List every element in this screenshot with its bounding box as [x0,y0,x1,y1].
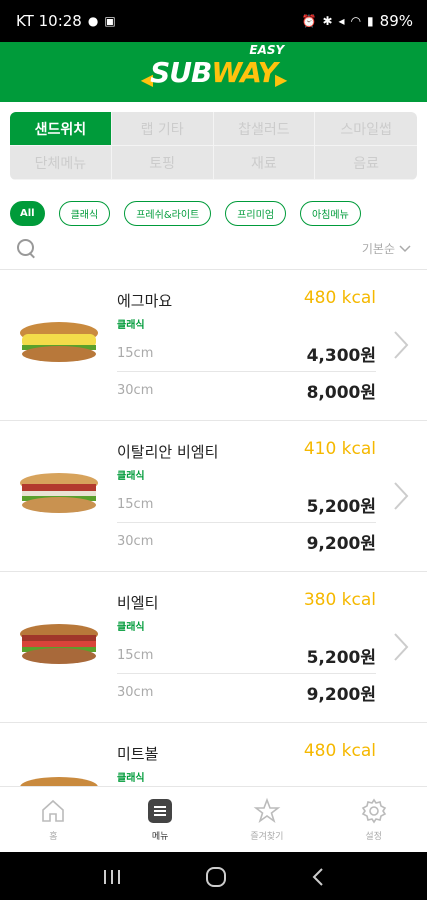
logo-easy: EASY [249,42,285,57]
menu-item[interactable]: 미트볼 클래식 480 kcal [0,723,427,786]
nav-menu[interactable]: 메뉴 [107,787,214,852]
search-sort-row: 기본순 [0,228,427,270]
tab-drinks[interactable]: 음료 [315,146,417,180]
filter-chips: All 클래식 프레쉬&라이트 프리미엄 아침메뉴 [0,200,427,226]
item-name: 에그마요 [117,292,173,310]
home-button-icon[interactable] [205,866,227,888]
tab-smile-sub[interactable]: 스마일썹 [315,112,417,146]
blt-sandwich-image [20,624,98,664]
chip-breakfast[interactable]: 아침메뉴 [300,200,361,226]
tab-sandwich[interactable]: 샌드위치 [10,112,112,146]
price-row-30cm: 30cm 8,000원 [117,372,376,408]
price-row-30cm: 30cm 9,200원 [117,523,376,559]
chip-premium[interactable]: 프리미엄 [225,200,287,226]
sort-label: 기본순 [361,242,395,256]
price-value: 5,200원 [306,497,376,517]
item-category: 클래식 [117,622,145,633]
item-category: 클래식 [117,773,145,784]
size-label: 15cm [117,346,154,361]
price-value: 8,000원 [306,382,376,403]
chip-all[interactable]: All [10,200,45,226]
price-value: 4,300원 [306,346,376,366]
chevron-right-icon[interactable] [393,632,409,662]
mute-icon: ◂ [338,14,345,28]
item-name: 미트볼 [117,745,159,763]
tab-wrap[interactable]: 랩 기타 [111,112,214,146]
nav-menu-label: 메뉴 [151,832,169,842]
logo-arrow-right-icon: ▶ [274,69,287,89]
chevron-right-icon[interactable] [393,330,409,360]
back-icon[interactable] [311,867,325,887]
nav-favorites-label: 즐겨찾기 [250,832,284,842]
message-icon: ● [87,14,99,28]
item-category: 클래식 [117,320,145,331]
nav-home-label: 홈 [49,832,58,842]
size-label: 30cm [117,533,154,549]
system-nav-bar [0,852,427,900]
item-kcal: 480 kcal [303,288,376,308]
menu-icon [148,799,173,823]
chip-fresh-light[interactable]: 프레쉬&라이트 [124,200,212,226]
price-value: 5,200원 [306,648,376,668]
item-name: 이탈리안 비엠티 [117,443,219,461]
bluetooth-icon: ✱ [322,14,333,28]
item-kcal: 480 kcal [303,741,376,761]
egg-mayo-sandwich-image [20,322,98,362]
home-icon [42,799,65,822]
status-bar: KT 10:28 ● ▣ ⏰ ✱ ◂ ◠ ▮ 89% [0,0,427,42]
signal-icon: ▮ [367,14,374,28]
size-label: 30cm [117,382,154,398]
price-row-15cm: 15cm 5,200원 [117,638,376,674]
star-icon [253,797,281,824]
size-label: 30cm [117,684,154,700]
recent-apps-icon[interactable] [102,868,122,886]
search-icon[interactable] [16,238,38,260]
price-row-15cm: 15cm 4,300원 [117,336,376,372]
item-name: 비엘티 [117,594,159,612]
item-kcal: 380 kcal [303,590,376,610]
chevron-down-icon [399,244,411,252]
italian-bmt-sandwich-image [20,473,98,513]
price-row-15cm: 15cm 5,200원 [117,487,376,523]
tab-group-menu[interactable]: 단체메뉴 [10,146,112,180]
alarm-icon: ⏰ [301,14,317,28]
meatball-sandwich-image [20,777,98,786]
price-row-30cm: 30cm 9,200원 [117,674,376,710]
category-tabs: 샌드위치 랩 기타 찹샐러드 스마일썹 단체메뉴 토핑 재료 음료 [10,112,417,180]
size-label: 15cm [117,648,154,663]
nav-home[interactable]: 홈 [0,787,107,852]
logo-way: WAY [211,55,278,89]
subway-logo: ◀ SUB WAY ▶ EASY [141,43,288,89]
nav-settings[interactable]: 설정 [320,787,427,852]
tab-chopped-salad[interactable]: 찹샐러드 [213,112,316,146]
battery-level: 89% [379,12,413,30]
item-kcal: 410 kcal [303,439,376,459]
chevron-right-icon[interactable] [393,481,409,511]
wifi-icon: ◠ [350,14,362,28]
sort-dropdown[interactable]: 기본순 [362,240,411,257]
nav-settings-label: 설정 [365,832,382,842]
logo-sub: SUB [150,55,212,89]
menu-list: 에그마요 클래식 480 kcal 15cm 4,300원 30cm 8,000… [0,270,427,786]
gear-icon [361,798,386,824]
price-value: 9,200원 [306,684,376,705]
gallery-icon: ▣ [104,14,116,28]
chip-classic[interactable]: 클래식 [58,200,111,226]
app-header: ◀ SUB WAY ▶ EASY [0,42,427,102]
price-value: 9,200원 [306,533,376,554]
menu-item[interactable]: 비엘티 클래식 380 kcal 15cm 5,200원 30cm 9,200원 [0,572,427,723]
tab-topping[interactable]: 토핑 [111,146,214,180]
nav-favorites[interactable]: 즐겨찾기 [214,787,321,852]
menu-item[interactable]: 에그마요 클래식 480 kcal 15cm 4,300원 30cm 8,000… [0,270,427,421]
carrier-time: KT 10:28 [16,12,82,30]
tab-ingredients[interactable]: 재료 [213,146,316,180]
menu-item[interactable]: 이탈리안 비엠티 클래식 410 kcal 15cm 5,200원 30cm 9… [0,421,427,572]
size-label: 15cm [117,497,154,512]
item-category: 클래식 [117,471,145,482]
bottom-nav: 홈 메뉴 즐겨찾기 설정 [0,786,427,852]
